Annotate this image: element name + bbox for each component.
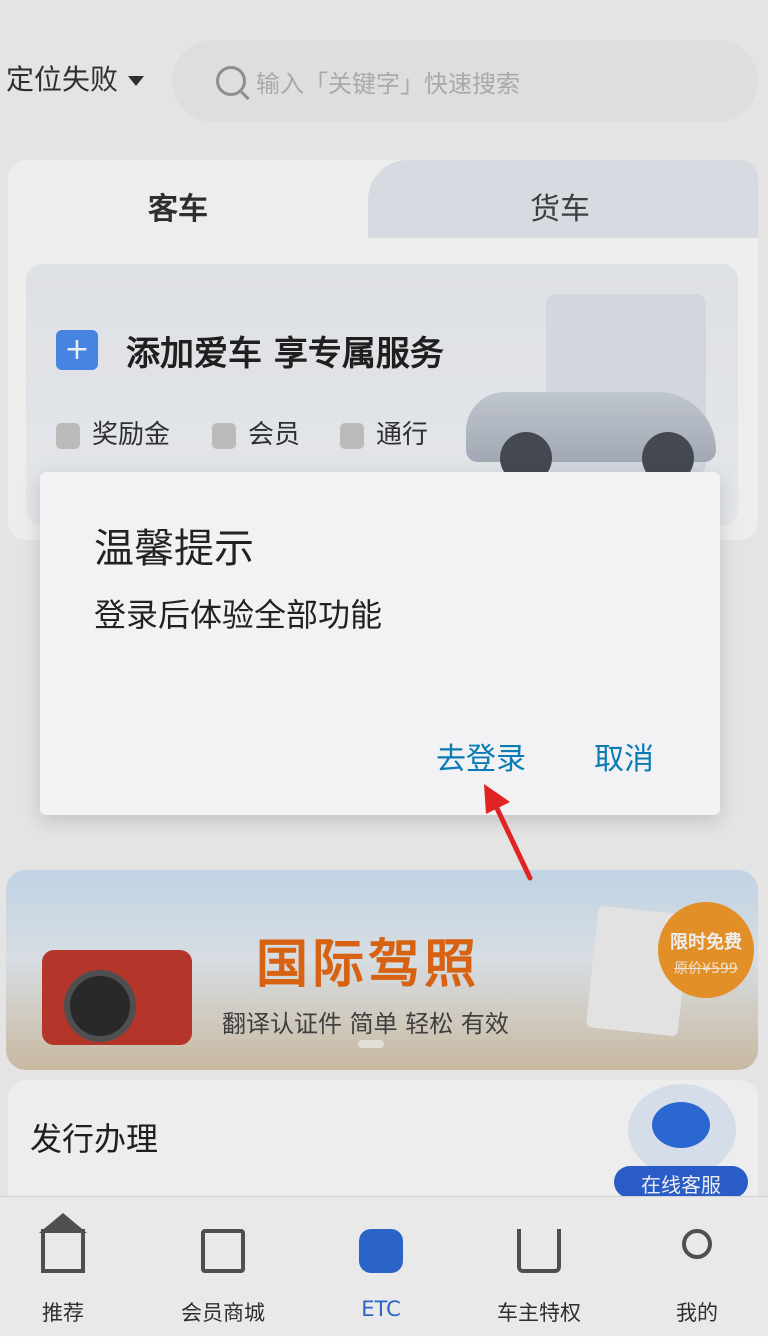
- annotation-arrow-icon: [484, 784, 533, 881]
- login-prompt-dialog: 温馨提示 登录后体验全部功能 去登录 取消: [40, 472, 720, 815]
- dialog-message: 登录后体验全部功能: [94, 596, 383, 634]
- go-login-button[interactable]: 去登录: [436, 734, 526, 778]
- dialog-title: 温馨提示: [94, 526, 254, 572]
- cancel-button[interactable]: 取消: [594, 734, 654, 778]
